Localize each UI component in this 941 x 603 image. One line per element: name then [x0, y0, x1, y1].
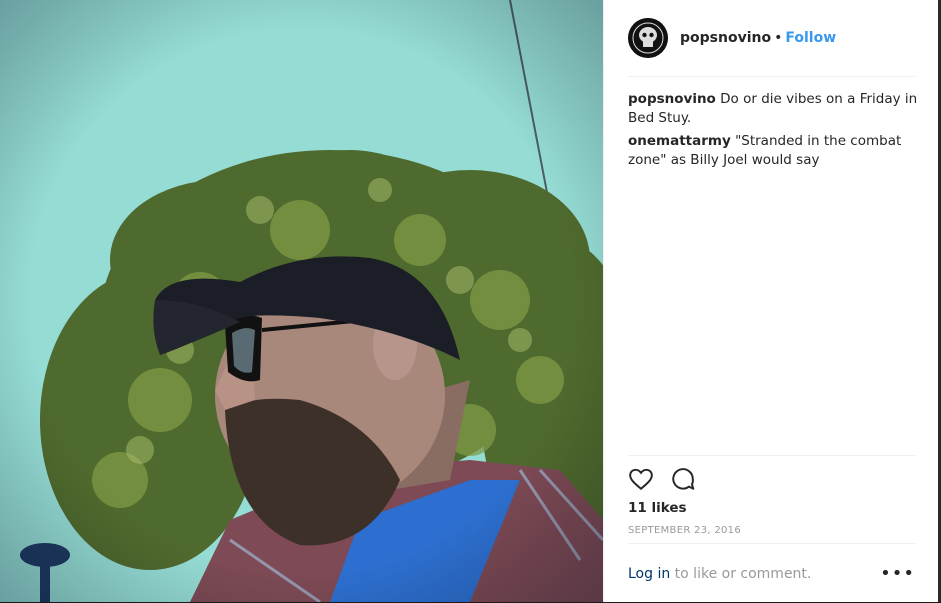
- more-options-button[interactable]: •••: [880, 563, 915, 584]
- post-footer: Log in to like or comment. •••: [628, 543, 915, 603]
- skull-logo-icon: [628, 18, 668, 58]
- login-link[interactable]: Log in: [628, 566, 670, 582]
- post-header: popsnovino • Follow: [628, 16, 915, 77]
- header-text: popsnovino • Follow: [680, 30, 836, 46]
- heart-icon[interactable]: [628, 466, 654, 492]
- selfie-image: [0, 0, 603, 602]
- post-side-panel: popsnovino • Follow popsnovino Do or die v…: [603, 0, 939, 602]
- post-date[interactable]: SEPTEMBER 23, 2016: [628, 525, 741, 536]
- login-prompt-text: to like or comment.: [674, 565, 812, 582]
- likes-count[interactable]: 11 likes: [628, 500, 687, 516]
- comment-item: popsnovino Do or die vibes on a Friday i…: [628, 90, 918, 128]
- comment-item: onemattarmy "Stranded in the combat zone…: [628, 132, 918, 170]
- post-actions: 11 likes SEPTEMBER 23, 2016: [628, 455, 915, 546]
- comment-username[interactable]: onemattarmy: [628, 133, 731, 149]
- header-username[interactable]: popsnovino: [680, 30, 771, 46]
- separator-dot: •: [774, 30, 783, 46]
- comments-list: popsnovino Do or die vibes on a Friday i…: [628, 90, 918, 174]
- follow-button[interactable]: Follow: [785, 30, 836, 46]
- avatar[interactable]: [628, 18, 668, 58]
- login-prompt: Log in to like or comment.: [628, 566, 811, 582]
- post-photo: [0, 0, 603, 602]
- comment-icon[interactable]: [670, 466, 696, 492]
- comment-username[interactable]: popsnovino: [628, 91, 716, 107]
